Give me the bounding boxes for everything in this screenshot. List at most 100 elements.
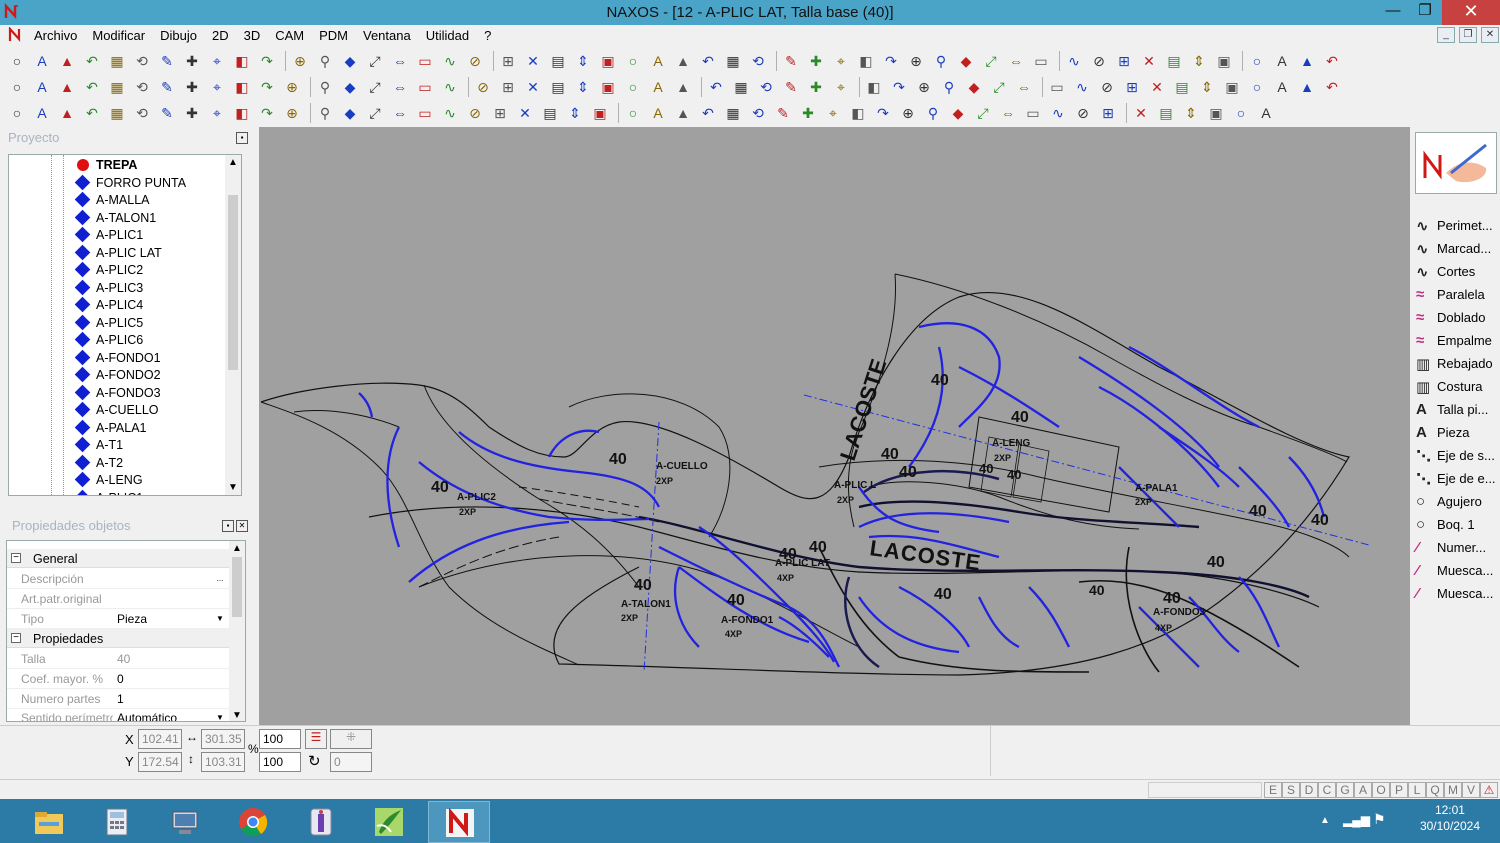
toolbar-tool-icon[interactable]: ▲ <box>1298 52 1316 70</box>
toolbar-tool-icon[interactable]: A <box>33 78 51 96</box>
toolbar-tool-icon[interactable]: ↷ <box>258 52 276 70</box>
toolbar-tool-icon[interactable]: ○ <box>1248 52 1266 70</box>
toolbar-tool-icon[interactable]: ∿ <box>441 104 459 122</box>
clock[interactable]: 12:01 30/10/2024 <box>1420 803 1480 833</box>
tree-scroll-thumb[interactable] <box>228 195 238 370</box>
toolbar-tool-icon[interactable]: ▣ <box>599 78 617 96</box>
toolbar-tool-icon[interactable]: ○ <box>8 104 26 122</box>
properties-scroll-thumb[interactable] <box>232 557 242 617</box>
scale-x-field[interactable]: 100 <box>259 729 301 749</box>
prop-row-sentido[interactable]: Sentido perímetro Automático ▼ <box>7 708 229 721</box>
toolbar-tool-icon[interactable]: ↶ <box>1323 52 1341 70</box>
tree-item[interactable]: A-PLIC1 <box>9 226 229 244</box>
taskbar-calculator[interactable] <box>86 801 148 843</box>
toolbar-tool-icon[interactable]: ⤢ <box>366 78 384 96</box>
toolbar-tool-icon[interactable]: A <box>649 104 667 122</box>
toolbar-tool-icon[interactable]: ⤢ <box>990 78 1008 96</box>
toolbar-tool-icon[interactable]: ◧ <box>865 78 883 96</box>
toolbar-tool-icon[interactable]: ⊕ <box>899 104 917 122</box>
toolbar-tool-icon[interactable]: ▤ <box>1173 78 1191 96</box>
proportional-scale-icon[interactable]: ☰ <box>305 729 327 749</box>
toolbar-tool-icon[interactable]: ▣ <box>599 52 617 70</box>
status-flag[interactable]: V <box>1462 782 1480 798</box>
toolbar-tool-icon[interactable]: ⊘ <box>1098 78 1116 96</box>
toolbar-tool-icon[interactable]: ⇔ <box>999 104 1017 122</box>
toolbar-tool-icon[interactable]: ✚ <box>183 52 201 70</box>
toolbar-tool-icon[interactable]: ▲ <box>58 78 76 96</box>
tree-item[interactable]: A-PLIC6 <box>9 331 229 349</box>
taskbar-explorer[interactable] <box>18 801 80 843</box>
toolbar-tool-icon[interactable]: ▭ <box>416 78 434 96</box>
collapse-icon[interactable]: − <box>11 633 21 643</box>
toolbar-tool-icon[interactable]: ∿ <box>1065 52 1083 70</box>
toolbar-tool-icon[interactable]: ◆ <box>341 104 359 122</box>
toolbar-tool-icon[interactable]: ⇕ <box>1198 78 1216 96</box>
toolbar-tool-icon[interactable]: ⊕ <box>283 104 301 122</box>
toolbar-tool-icon[interactable]: ⟲ <box>133 78 151 96</box>
prop-value[interactable]: Automático <box>117 711 177 721</box>
toolbar-tool-icon[interactable]: ⊘ <box>466 104 484 122</box>
toolbar-tool-icon[interactable]: ▤ <box>549 78 567 96</box>
toolbar-tool-icon[interactable]: ⤢ <box>974 104 992 122</box>
tool-item[interactable]: A Talla pi... <box>1416 398 1500 421</box>
toolbar-tool-icon[interactable]: ◆ <box>341 52 359 70</box>
tree-item[interactable]: A-PLIC2 <box>9 261 229 279</box>
scroll-down-icon[interactable]: ▼ <box>232 710 242 721</box>
tool-item[interactable]: ≈ Paralela <box>1416 283 1500 306</box>
toolbar-tool-icon[interactable]: ⌖ <box>208 78 226 96</box>
minimize-button[interactable]: — <box>1376 0 1410 25</box>
toolbar-tool-icon[interactable]: ▤ <box>549 52 567 70</box>
toolbar-tool-icon[interactable]: ▤ <box>1165 52 1183 70</box>
toolbar-tool-icon[interactable]: ▦ <box>732 78 750 96</box>
toolbar-tool-icon[interactable]: A <box>33 52 51 70</box>
toolbar-tool-icon[interactable]: ⊘ <box>1090 52 1108 70</box>
toolbar-tool-icon[interactable]: ▣ <box>1215 52 1233 70</box>
toolbar-tool-icon[interactable]: ✚ <box>183 104 201 122</box>
rotation-field[interactable]: 0 <box>330 752 372 772</box>
scroll-up-icon[interactable]: ▲ <box>232 543 242 554</box>
prop-value[interactable]: 1 <box>117 692 124 706</box>
toolbar-tool-icon[interactable]: ⤢ <box>982 52 1000 70</box>
toolbar-tool-icon[interactable]: ∿ <box>1049 104 1067 122</box>
tree-item[interactable]: A-MALLA <box>9 191 229 209</box>
toolbar-tool-icon[interactable]: ⊞ <box>1115 52 1133 70</box>
toolbar-tool-icon[interactable]: A <box>33 104 51 122</box>
toolbar-tool-icon[interactable]: ⚲ <box>932 52 950 70</box>
toolbar-tool-icon[interactable]: ⌖ <box>824 104 842 122</box>
x-field[interactable]: 102.41 <box>138 729 182 749</box>
tree-item[interactable]: A-PLIC4 <box>9 296 229 314</box>
toolbar-tool-icon[interactable]: ⊞ <box>1099 104 1117 122</box>
status-flag[interactable]: P <box>1390 782 1408 798</box>
tree-item[interactable]: A-PLIC3 <box>9 279 229 297</box>
toolbar-tool-icon[interactable]: ↶ <box>83 78 101 96</box>
menu-item[interactable]: ? <box>484 28 497 43</box>
toolbar-tool-icon[interactable]: ○ <box>624 78 642 96</box>
tool-item[interactable]: ∿ Marcad... <box>1416 237 1500 260</box>
status-flag[interactable]: D <box>1300 782 1318 798</box>
drawing-canvas[interactable]: 40 40 A-CUELLO 2XP A-PLIC2 2XP 40 A-TALO… <box>259 127 1410 725</box>
toolbar-tool-icon[interactable]: ▤ <box>1157 104 1175 122</box>
prop-value[interactable]: Pieza <box>117 612 147 626</box>
prop-row-partes[interactable]: Numero partes 1 <box>7 689 229 709</box>
toolbar-tool-icon[interactable]: ⌖ <box>832 78 850 96</box>
toolbar-tool-icon[interactable]: ⇕ <box>1190 52 1208 70</box>
toolbar-tool-icon[interactable]: ▲ <box>58 104 76 122</box>
toolbar-tool-icon[interactable]: ◧ <box>849 104 867 122</box>
toolbar-tool-icon[interactable]: ⇕ <box>574 78 592 96</box>
toolbar-tool-icon[interactable]: ▲ <box>1298 78 1316 96</box>
tool-item[interactable]: ○ Agujero <box>1416 490 1500 513</box>
toolbar-tool-icon[interactable]: ⊕ <box>291 52 309 70</box>
tool-item[interactable]: ⁄ Muesca... <box>1416 559 1500 582</box>
toolbar-tool-icon[interactable]: ▣ <box>1223 78 1241 96</box>
toolbar-tool-icon[interactable]: ✕ <box>516 104 534 122</box>
toolbar-tool-icon[interactable]: ✕ <box>524 52 542 70</box>
tree-item[interactable]: A-FONDO1 <box>9 349 229 367</box>
toolbar-tool-icon[interactable]: ↶ <box>1323 78 1341 96</box>
toolbar-tool-icon[interactable]: ⇔ <box>391 78 409 96</box>
toolbar-tool-icon[interactable]: ↷ <box>874 104 892 122</box>
toolbar-tool-icon[interactable]: ▭ <box>1048 78 1066 96</box>
toolbar-tool-icon[interactable]: ⇕ <box>566 104 584 122</box>
toolbar-tool-icon[interactable]: A <box>649 52 667 70</box>
toolbar-tool-icon[interactable]: ⊞ <box>499 52 517 70</box>
toolbar-tool-icon[interactable]: ▦ <box>108 104 126 122</box>
